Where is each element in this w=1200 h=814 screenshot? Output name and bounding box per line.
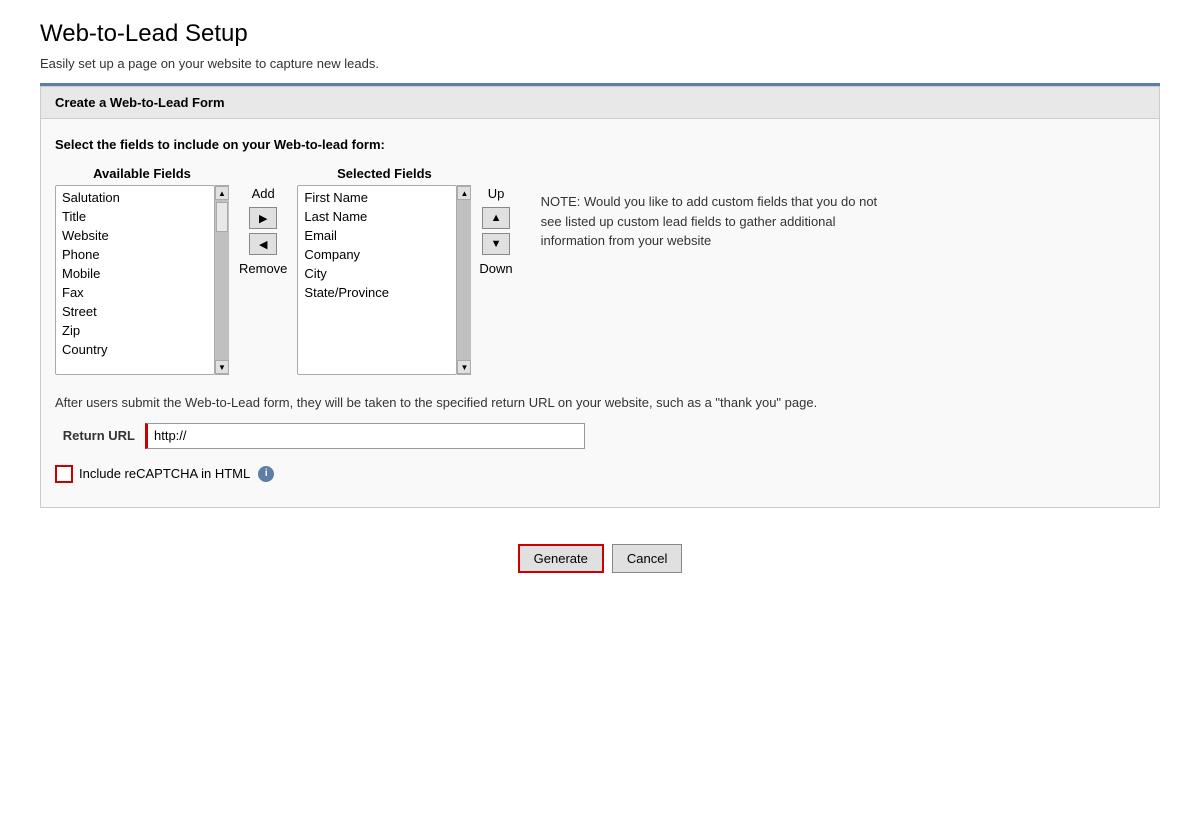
selected-fields-label: Selected Fields xyxy=(337,166,432,181)
fields-label: Select the fields to include on your Web… xyxy=(55,137,1145,152)
return-url-input[interactable] xyxy=(145,423,585,449)
note-col: NOTE: Would you like to add custom field… xyxy=(541,166,881,251)
buttons-row: Generate Cancel xyxy=(40,544,1160,593)
section-header: Create a Web-to-Lead Form xyxy=(41,87,1159,119)
available-scrollbar: ▲ ▼ xyxy=(215,185,229,375)
return-url-desc: After users submit the Web-to-Lead form,… xyxy=(55,393,1145,413)
remove-label: Remove xyxy=(239,261,287,276)
down-button[interactable]: ▼ xyxy=(482,233,510,255)
return-url-section: After users submit the Web-to-Lead form,… xyxy=(55,393,1145,449)
add-label: Add xyxy=(252,186,275,201)
page-title: Web-to-Lead Setup xyxy=(40,20,1160,48)
page-subtitle: Easily set up a page on your website to … xyxy=(40,56,1160,71)
return-url-label: Return URL xyxy=(55,426,135,446)
up-label: Up xyxy=(488,186,505,201)
generate-button[interactable]: Generate xyxy=(518,544,604,573)
add-remove-col: Add ▶ ◀ Remove xyxy=(229,186,297,276)
selected-fields-list[interactable]: First Name Last Name Email Company City … xyxy=(297,185,457,375)
captcha-row: Include reCAPTCHA in HTML i xyxy=(55,465,1145,483)
available-fields-label: Available Fields xyxy=(93,166,191,181)
selected-scroll-track xyxy=(457,200,471,360)
selected-scrollbar: ▲ ▼ xyxy=(457,185,471,375)
page-wrapper: Web-to-Lead Setup Easily set up a page o… xyxy=(20,0,1180,613)
scroll-up-arrow[interactable]: ▲ xyxy=(215,186,229,200)
available-fields-section: Available Fields Salutation Title Websit… xyxy=(55,166,229,375)
up-button[interactable]: ▲ xyxy=(482,207,510,229)
captcha-label: Include reCAPTCHA in HTML xyxy=(79,466,250,481)
fields-container: Available Fields Salutation Title Websit… xyxy=(55,166,1145,375)
selected-fields-section: Selected Fields First Name Last Name Ema… xyxy=(297,166,471,375)
cancel-button[interactable]: Cancel xyxy=(612,544,682,573)
available-fields-list[interactable]: Salutation Title Website Phone Mobile Fa… xyxy=(55,185,215,375)
add-button[interactable]: ▶ xyxy=(249,207,277,229)
selected-scroll-up-arrow[interactable]: ▲ xyxy=(457,186,471,200)
captcha-checkbox[interactable] xyxy=(55,465,73,483)
scroll-down-arrow[interactable]: ▼ xyxy=(215,360,229,374)
up-down-col: Up ▲ ▼ Down xyxy=(471,186,520,276)
section-box: Create a Web-to-Lead Form Select the fie… xyxy=(40,86,1160,508)
section-body: Select the fields to include on your Web… xyxy=(41,119,1159,507)
selected-scroll-down-arrow[interactable]: ▼ xyxy=(457,360,471,374)
return-url-row: Return URL xyxy=(55,423,1145,449)
remove-button[interactable]: ◀ xyxy=(249,233,277,255)
down-label: Down xyxy=(479,261,512,276)
scroll-track xyxy=(215,200,229,360)
info-icon[interactable]: i xyxy=(258,466,274,482)
scroll-thumb xyxy=(216,202,228,232)
